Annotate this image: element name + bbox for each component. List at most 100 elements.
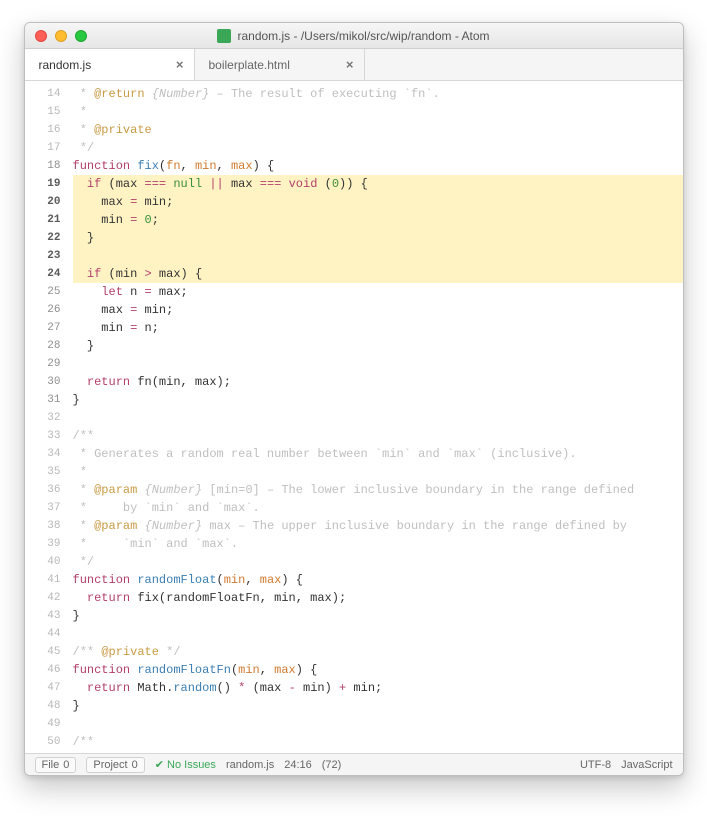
line-number: 41: [25, 571, 61, 589]
line-number: 36: [25, 481, 61, 499]
line-number: 32: [25, 409, 61, 427]
line-number-gutter: 1415161718192021222324252627282930313233…: [25, 81, 69, 753]
code-line[interactable]: }: [73, 229, 683, 247]
project-issues-badge[interactable]: Project 0: [86, 757, 144, 773]
code-line[interactable]: [73, 355, 683, 373]
code-line[interactable]: [73, 409, 683, 427]
code-line[interactable]: *: [73, 103, 683, 121]
line-number: 42: [25, 589, 61, 607]
code-line[interactable]: max = min;: [73, 301, 683, 319]
cursor-position[interactable]: 24:16: [284, 759, 312, 771]
code-line[interactable]: return Math.random() * (max - min) + min…: [73, 679, 683, 697]
status-filename[interactable]: random.js: [226, 759, 274, 771]
code-line[interactable]: function randomFloat(min, max) {: [73, 571, 683, 589]
line-number: 24: [25, 265, 61, 283]
code-line[interactable]: * @param {Number} max – The upper inclus…: [73, 517, 683, 535]
line-number: 20: [25, 193, 61, 211]
line-number: 23: [25, 247, 61, 265]
code-line[interactable]: */: [73, 139, 683, 157]
line-number: 21: [25, 211, 61, 229]
selection-length: (72): [322, 759, 342, 771]
line-number: 25: [25, 283, 61, 301]
code-line[interactable]: }: [73, 697, 683, 715]
code-line[interactable]: }: [73, 391, 683, 409]
minimize-window-button[interactable]: [55, 30, 67, 42]
line-number: 49: [25, 715, 61, 733]
line-number: 33: [25, 427, 61, 445]
line-number: 34: [25, 445, 61, 463]
language-selector[interactable]: JavaScript: [621, 759, 672, 771]
line-number: 16: [25, 121, 61, 139]
line-number: 48: [25, 697, 61, 715]
file-issues-badge[interactable]: File 0: [35, 757, 77, 773]
code-line[interactable]: min = 0;: [73, 211, 683, 229]
code-line[interactable]: /**: [73, 427, 683, 445]
line-number: 26: [25, 301, 61, 319]
tab-bar: random.js × boilerplate.html ×: [25, 49, 683, 81]
code-line[interactable]: * @return {Number} – The result of execu…: [73, 85, 683, 103]
code-line[interactable]: * @param {Number} [min=0] – The lower in…: [73, 481, 683, 499]
code-line[interactable]: /** @private */: [73, 643, 683, 661]
code-line[interactable]: return fn(min, max);: [73, 373, 683, 391]
code-line[interactable]: }: [73, 337, 683, 355]
code-area[interactable]: * @return {Number} – The result of execu…: [69, 81, 683, 753]
code-line[interactable]: max = min;: [73, 193, 683, 211]
code-line[interactable]: * Generates a random real number between…: [73, 445, 683, 463]
code-line[interactable]: let n = max;: [73, 283, 683, 301]
status-bar: File 0 Project 0 ✔ No Issues random.js 2…: [25, 753, 683, 775]
issues-status[interactable]: ✔ No Issues: [155, 758, 216, 771]
close-icon[interactable]: ×: [176, 57, 184, 72]
line-number: 14: [25, 85, 61, 103]
line-number: 44: [25, 625, 61, 643]
code-line[interactable]: if (min > max) {: [73, 265, 683, 283]
code-line[interactable]: */: [73, 553, 683, 571]
line-number: 30: [25, 373, 61, 391]
code-line[interactable]: *: [73, 463, 683, 481]
line-number: 19: [25, 175, 61, 193]
line-number: 39: [25, 535, 61, 553]
line-number: 22: [25, 229, 61, 247]
code-line[interactable]: function fix(fn, min, max) {: [73, 157, 683, 175]
line-number: 43: [25, 607, 61, 625]
line-number: 27: [25, 319, 61, 337]
code-line[interactable]: [73, 247, 683, 265]
titlebar: random.js - /Users/mikol/src/wip/random …: [25, 23, 683, 49]
line-number: 47: [25, 679, 61, 697]
line-number: 35: [25, 463, 61, 481]
code-line[interactable]: if (max === null || max === void (0)) {: [73, 175, 683, 193]
line-number: 38: [25, 517, 61, 535]
file-icon: [217, 29, 231, 43]
code-line[interactable]: return fix(randomFloatFn, min, max);: [73, 589, 683, 607]
window-title: random.js - /Users/mikol/src/wip/random …: [237, 29, 489, 43]
line-number: 46: [25, 661, 61, 679]
traffic-lights: [25, 30, 87, 42]
code-line[interactable]: * `min` and `max`.: [73, 535, 683, 553]
line-number: 15: [25, 103, 61, 121]
line-number: 40: [25, 553, 61, 571]
tab-boilerplate-html[interactable]: boilerplate.html ×: [195, 49, 365, 80]
tab-random-js[interactable]: random.js ×: [25, 49, 195, 80]
line-number: 29: [25, 355, 61, 373]
code-line[interactable]: * by `min` and `max`.: [73, 499, 683, 517]
tab-label: random.js: [39, 58, 92, 72]
close-window-button[interactable]: [35, 30, 47, 42]
code-line[interactable]: * @private: [73, 121, 683, 139]
close-icon[interactable]: ×: [346, 57, 354, 72]
code-line[interactable]: }: [73, 607, 683, 625]
app-window: random.js - /Users/mikol/src/wip/random …: [24, 22, 684, 776]
line-number: 17: [25, 139, 61, 157]
line-number: 18: [25, 157, 61, 175]
code-line[interactable]: /**: [73, 733, 683, 751]
code-line[interactable]: function randomFloatFn(min, max) {: [73, 661, 683, 679]
zoom-window-button[interactable]: [75, 30, 87, 42]
line-number: 37: [25, 499, 61, 517]
code-line[interactable]: min = n;: [73, 319, 683, 337]
encoding-selector[interactable]: UTF-8: [580, 759, 611, 771]
code-line[interactable]: [73, 625, 683, 643]
line-number: 50: [25, 733, 61, 751]
line-number: 31: [25, 391, 61, 409]
code-line[interactable]: [73, 715, 683, 733]
editor[interactable]: 1415161718192021222324252627282930313233…: [25, 81, 683, 753]
line-number: 28: [25, 337, 61, 355]
line-number: 45: [25, 643, 61, 661]
